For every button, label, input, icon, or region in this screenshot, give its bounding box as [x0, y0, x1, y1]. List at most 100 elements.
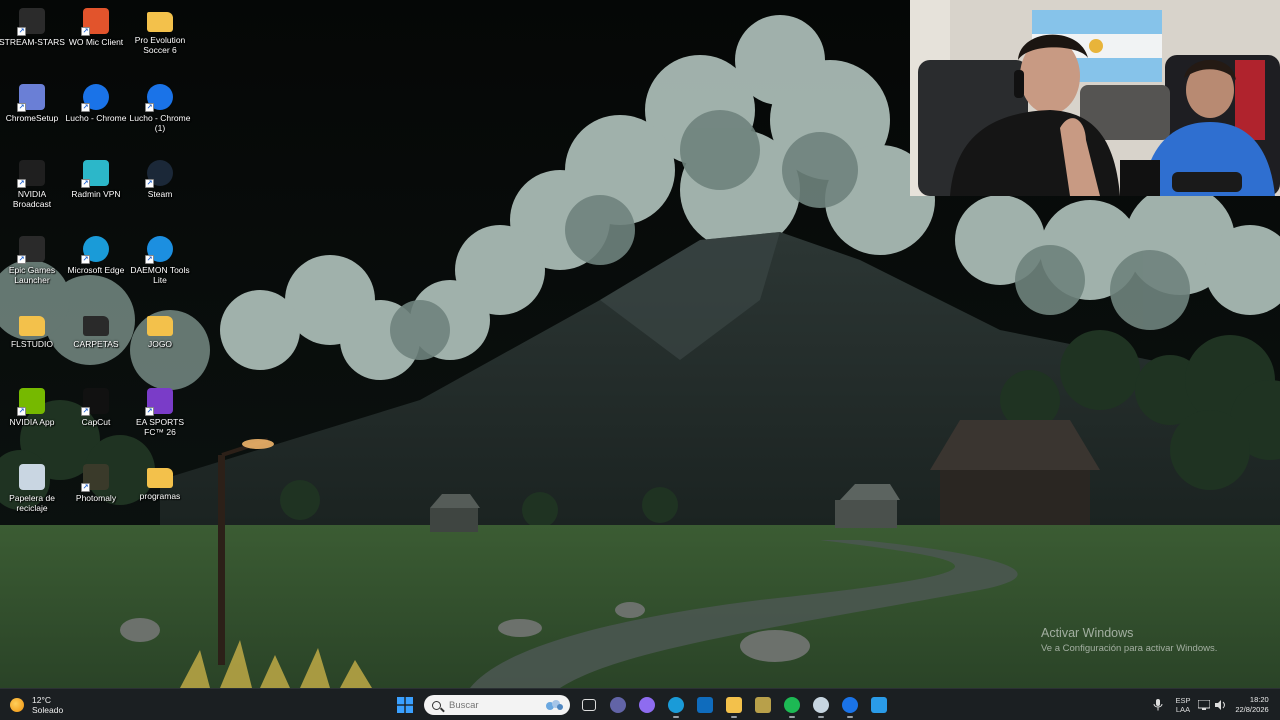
microphone-icon: ↗ — [81, 8, 109, 36]
webcam-feed — [910, 0, 1280, 196]
network-icon[interactable] — [1196, 689, 1212, 720]
language-indicator[interactable]: ESP LAA — [1170, 689, 1196, 720]
installer-icon: ↗ — [17, 84, 45, 112]
shortcut-arrow-icon: ↗ — [17, 255, 26, 264]
desktop-icon[interactable]: ↗ Epic Games Launcher — [0, 232, 64, 304]
desktop-icon[interactable]: JOGO — [128, 308, 192, 380]
taskbar-app-button[interactable] — [779, 692, 805, 718]
clock-time: 18:20 — [1249, 695, 1269, 704]
desktop-icon-label: Steam — [147, 189, 173, 199]
clock-date: 22/8/2026 — [1235, 705, 1269, 714]
shortcut-arrow-icon: ↗ — [17, 407, 26, 416]
taskbar: 12°C Soleado Buscar ESP LAA 18:20 22/8/2… — [0, 688, 1280, 720]
desktop-icon-label: Microsoft Edge — [67, 265, 125, 275]
search-highlight-icon — [546, 700, 563, 710]
microphone-icon — [1153, 699, 1163, 711]
folder-icon — [147, 316, 173, 336]
desktop-icon[interactable]: ↗ EA SPORTS FC™ 26 — [128, 384, 192, 456]
outlook-icon — [697, 697, 713, 713]
desktop-icon-label: Papelera de reciclaje — [9, 493, 55, 513]
copilot-icon — [639, 697, 655, 713]
edge-icon: ↗ — [81, 236, 109, 264]
desktop-icon-label: CARPETAS — [73, 339, 119, 349]
radmin-vpn-icon: ↗ — [81, 160, 109, 188]
desktop-icon[interactable]: ↗ CapCut — [64, 384, 128, 456]
desktop-icon-label: ChromeSetup — [5, 113, 59, 123]
photomaly-icon: ↗ — [81, 464, 109, 492]
desktop-icon[interactable]: ↗ NVIDIA Broadcast — [0, 156, 64, 228]
daemon-tools-icon: ↗ — [145, 236, 173, 264]
taskbar-app-button[interactable] — [837, 692, 863, 718]
chrome-icon — [842, 697, 858, 713]
desktop-icon[interactable]: ↗ Microsoft Edge — [64, 232, 128, 304]
desktop-icon[interactable]: ↗ Lucho - Chrome — [64, 80, 128, 152]
desktop-icon[interactable]: ↗ Radmin VPN — [64, 156, 128, 228]
weather-description: Soleado — [32, 705, 64, 715]
shortcut-arrow-icon: ↗ — [145, 103, 154, 112]
shortcut-arrow-icon: ↗ — [17, 179, 26, 188]
taskbar-app-button[interactable] — [576, 692, 602, 718]
volume-icon[interactable] — [1212, 689, 1230, 720]
desktop-icon-label: CapCut — [81, 417, 111, 427]
nvidia-icon: ↗ — [17, 388, 45, 416]
taskbar-app-button[interactable] — [866, 692, 892, 718]
folder-dark-icon — [83, 316, 109, 336]
activation-title: Activar Windows — [1041, 626, 1134, 640]
shortcut-arrow-icon: ↗ — [145, 407, 154, 416]
activation-subtitle: Ve a Configuración para activar Windows. — [1041, 643, 1218, 654]
weather-widget[interactable]: 12°C Soleado — [10, 693, 63, 717]
desktop-icon-grid: ↗ STREAM-STARS ↗ WO Mic Client Pro Evolution… — [0, 0, 200, 520]
photomaly-icon — [755, 697, 771, 713]
taskbar-app-button[interactable] — [808, 692, 834, 718]
desktop-icon[interactable]: ↗ STREAM-STARS — [0, 4, 65, 76]
desktop-icon[interactable]: programas — [128, 460, 192, 532]
desktop-icon[interactable]: CARPETAS — [64, 308, 128, 380]
desktop-icon[interactable]: ↗ NVIDIA App — [0, 384, 64, 456]
desktop-icon-label: WO Mic Client — [68, 37, 124, 47]
desktop-icon[interactable]: Pro Evolution Soccer 6 — [128, 4, 192, 76]
desktop-icon[interactable]: ↗ WO Mic Client — [64, 4, 128, 76]
clock[interactable]: 18:20 22/8/2026 — [1230, 689, 1280, 720]
steam-icon: ↗ — [145, 160, 173, 188]
taskbar-app-button[interactable] — [663, 692, 689, 718]
sun-icon — [10, 698, 24, 712]
shortcut-arrow-icon: ↗ — [81, 103, 90, 112]
shortcut-arrow-icon: ↗ — [81, 179, 90, 188]
desktop-icon[interactable]: ↗ Steam — [128, 156, 192, 228]
desktop-icon[interactable]: ↗ Lucho - Chrome (1) — [128, 80, 192, 152]
taskbar-app-button[interactable] — [692, 692, 718, 718]
desktop-icon[interactable]: ↗ Photomaly — [64, 460, 128, 532]
search-input[interactable] — [449, 699, 529, 711]
shortcut-arrow-icon: ↗ — [81, 407, 90, 416]
pinned-apps — [576, 692, 895, 718]
chrome-icon: ↗ — [145, 84, 173, 112]
windows-logo-icon — [397, 697, 413, 713]
desktop-icon-label: STREAM-STARS — [0, 37, 65, 47]
desktop-icon[interactable]: FLSTUDIO — [0, 308, 64, 380]
spotify-icon — [784, 697, 800, 713]
folder-icon — [147, 12, 173, 32]
taskbar-search[interactable] — [424, 695, 570, 715]
recycle-bin-icon — [19, 464, 45, 490]
nvidia-broadcast-icon: ↗ — [17, 160, 45, 188]
shortcut-arrow-icon: ↗ — [17, 103, 26, 112]
ea-sports-fc-icon: ↗ — [145, 388, 173, 416]
desktop-icon-label: DAEMON Tools Lite — [130, 265, 190, 285]
desktop-icon[interactable]: ↗ ChromeSetup — [0, 80, 64, 152]
desktop-icon-label: programas — [139, 491, 181, 501]
taskbar-apps — [392, 692, 895, 718]
start-button[interactable] — [392, 692, 418, 718]
desktop-icon[interactable]: ↗ DAEMON Tools Lite — [128, 232, 192, 304]
shortcut-arrow-icon: ↗ — [17, 27, 26, 36]
edge-icon — [668, 697, 684, 713]
microphone-tray-icon[interactable] — [1146, 689, 1170, 720]
chrome-icon: ↗ — [81, 84, 109, 112]
taskbar-app-button[interactable] — [605, 692, 631, 718]
taskbar-app-button[interactable] — [634, 692, 660, 718]
taskbar-app-button[interactable] — [750, 692, 776, 718]
desktop-icon[interactable]: Papelera de reciclaje — [0, 460, 64, 532]
desktop-icon-label: NVIDIA App — [9, 417, 55, 427]
shortcut-arrow-icon: ↗ — [81, 27, 90, 36]
task-view-icon — [582, 699, 596, 711]
taskbar-app-button[interactable] — [721, 692, 747, 718]
